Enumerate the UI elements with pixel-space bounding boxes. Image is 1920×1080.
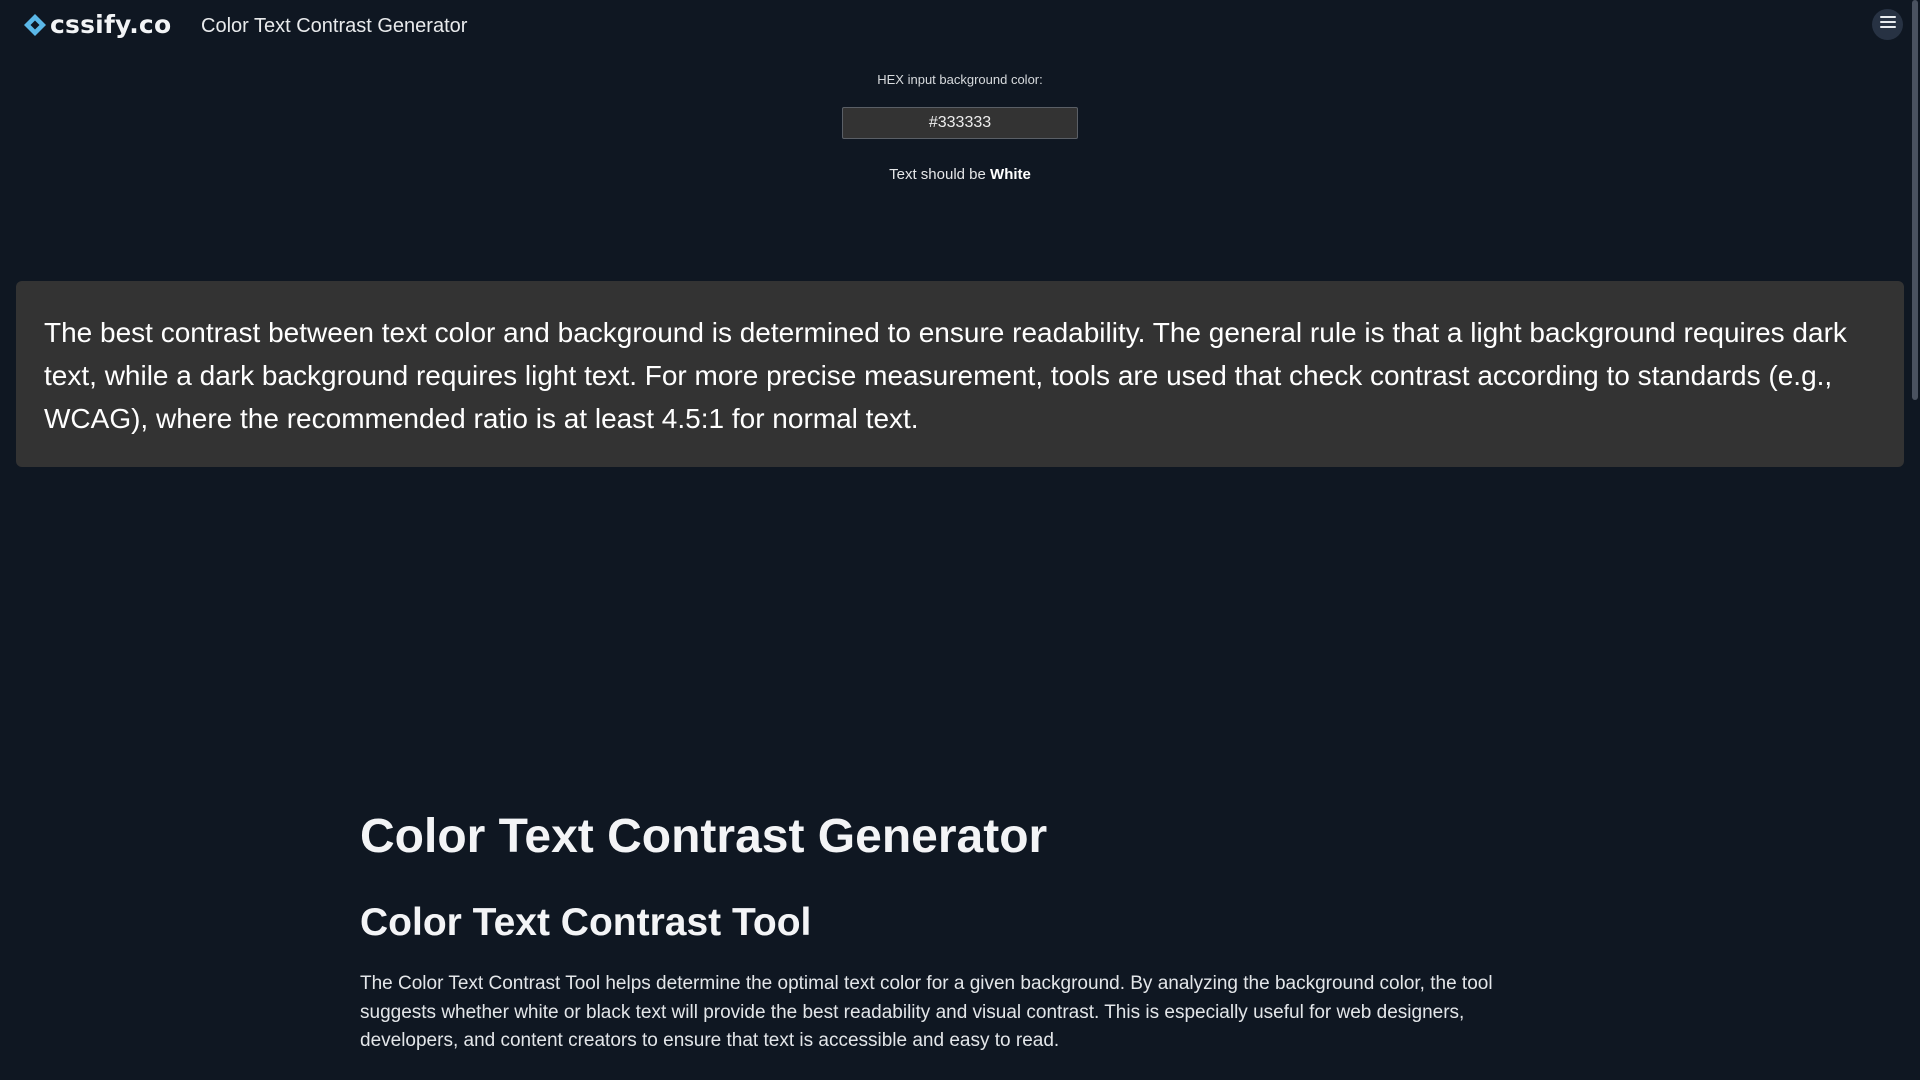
result-value: White <box>990 166 1031 183</box>
scrollbar-thumb[interactable] <box>1912 0 1918 400</box>
article-subheading: Color Text Contrast Tool <box>360 901 812 944</box>
article-heading: Color Text Contrast Generator <box>360 810 1048 863</box>
logo-text: cssify.co <box>50 10 172 39</box>
header-title: Color Text Contrast Generator <box>201 15 468 37</box>
contrast-result: Text should be White <box>0 166 1920 183</box>
hex-color-input[interactable] <box>842 107 1078 139</box>
hex-input-label: HEX input background color: <box>877 72 1043 87</box>
result-prefix: Text should be <box>889 166 986 183</box>
hamburger-menu-icon <box>1879 15 1896 34</box>
site-header: cssify.co Color Text Contrast Generator <box>0 0 1920 56</box>
menu-button[interactable] <box>1872 9 1903 40</box>
article-content: Color Text Contrast Generator Color Text… <box>360 800 1560 1056</box>
logo-link[interactable]: cssify.co <box>22 10 171 39</box>
contrast-tool: HEX input background color: Text should … <box>0 70 1920 183</box>
diamond-logo-icon <box>22 12 48 38</box>
contrast-preview-box: The best contrast between text color and… <box>16 281 1904 467</box>
preview-text: The best contrast between text color and… <box>44 317 1847 434</box>
article-paragraph: The Color Text Contrast Tool helps deter… <box>360 973 1493 1051</box>
